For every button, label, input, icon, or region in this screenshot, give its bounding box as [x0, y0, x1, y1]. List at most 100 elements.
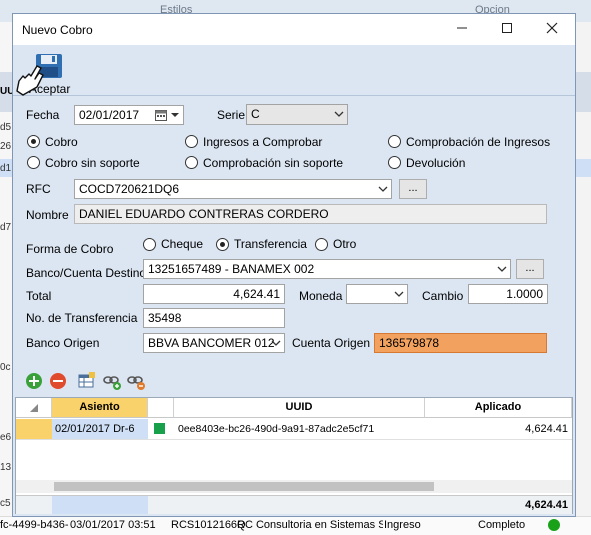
fecha-date-picker[interactable]: 02/01/2017 [74, 105, 184, 125]
banco-destino-browse-button[interactable]: ... [516, 259, 544, 279]
add-icon[interactable] [25, 372, 43, 390]
calendar-icon [155, 110, 167, 121]
chevron-down-icon [271, 340, 281, 346]
radio-cobro-sin-soporte[interactable] [27, 156, 40, 169]
total-field[interactable]: 4,624.41 [143, 284, 285, 304]
background-cell-date: 03/01/2017 03:51 [70, 519, 156, 531]
rfc-value: COCD720621DQ6 [79, 182, 180, 196]
rfc-label: RFC [26, 182, 51, 196]
status-square-icon [154, 423, 165, 434]
column-header-aplicado[interactable]: Aplicado [425, 398, 572, 418]
fecha-label: Fecha [26, 108, 60, 122]
close-button[interactable] [541, 19, 563, 41]
background-cell-rfc: RCS1012166Q [171, 519, 246, 531]
minimize-icon [457, 27, 467, 29]
grid-footer: 4,624.41 [16, 495, 572, 514]
radio-comprobacion-de-ingresos[interactable] [388, 135, 401, 148]
scrollbar-thumb[interactable] [54, 482, 434, 491]
moneda-label: Moneda [299, 289, 343, 303]
footer-asiento-cell [52, 496, 148, 514]
no-transferencia-label: No. de Transferencia [26, 311, 138, 325]
background-right-header [576, 72, 591, 112]
radio-transferencia[interactable] [216, 238, 229, 251]
radio-devolucion[interactable] [388, 156, 401, 169]
rfc-combobox[interactable]: COCD720621DQ6 [74, 179, 392, 199]
dialog-title: Nuevo Cobro [22, 23, 93, 37]
radio-cheque-label: Cheque [161, 237, 204, 251]
chevron-down-icon [497, 266, 507, 272]
maximize-button[interactable] [496, 19, 518, 41]
maximize-icon [502, 23, 512, 33]
cell-asiento: 02/01/2017 Dr-6 [52, 419, 148, 440]
radio-cobro[interactable] [27, 135, 40, 148]
rfc-browse-button[interactable]: ... [399, 179, 427, 199]
nuevo-cobro-dialog: Nuevo Cobro Aceptar Fecha 02/01/2017 Ser… [12, 13, 576, 517]
banco-origen-value: BBVA BANCOMER 012 [148, 336, 275, 350]
background-cell-type: Ingreso [384, 519, 421, 531]
radio-cheque[interactable] [143, 238, 156, 251]
radio-comprobacion-de-ingresos-label: Comprobación de Ingresos [406, 135, 551, 149]
radio-ingresos-a-comprobar-label: Ingresos a Comprobar [203, 135, 323, 149]
forma-cobro-label: Forma de Cobro [26, 242, 114, 256]
radio-ingresos-a-comprobar[interactable] [185, 135, 198, 148]
cuenta-origen-field[interactable]: 136579878 [374, 333, 547, 353]
column-header-status[interactable] [148, 398, 174, 418]
nombre-label: Nombre [26, 208, 69, 222]
row-indicator [16, 419, 52, 440]
no-transferencia-field[interactable]: 35498 [143, 308, 285, 328]
grid-total: 4,624.41 [525, 499, 568, 511]
background-cell-uuid: fc-4499-b436- [0, 519, 69, 531]
radio-comprobacion-sin-soporte[interactable] [185, 156, 198, 169]
grid-toolbar [13, 368, 575, 394]
serie-value: C [251, 107, 260, 121]
serie-label: Serie [217, 108, 246, 122]
grid-select-icon[interactable] [78, 372, 96, 390]
background-cell-status: Completo [478, 519, 526, 531]
radio-devolucion-label: Devolución [406, 156, 466, 170]
banco-destino-value: 13251657489 - BANAMEX 002 [148, 262, 315, 276]
nombre-field[interactable]: DANIEL EDUARDO CONTRERAS CORDERO [74, 204, 547, 224]
chevron-down-icon [378, 186, 388, 192]
background-right-selected-row [576, 159, 591, 177]
serie-select[interactable]: C [246, 104, 348, 125]
column-header-asiento[interactable]: Asiento [52, 398, 148, 418]
banco-destino-label: Banco/Cuenta Destino [26, 266, 147, 280]
link-remove-icon[interactable] [127, 372, 145, 390]
banco-destino-combobox[interactable]: 13251657489 - BANAMEX 002 [143, 259, 511, 279]
cambio-field[interactable]: 1.0000 [468, 284, 548, 304]
radio-otro-label: Otro [333, 237, 357, 251]
chevron-down-icon [171, 113, 179, 117]
radio-comprobacion-sin-soporte-label: Comprobación sin soporte [203, 156, 344, 170]
background-right-column [576, 22, 591, 522]
banco-origen-label: Banco Origen [26, 336, 100, 350]
sort-triangle-icon [29, 404, 38, 412]
dialog-toolbar: Aceptar [13, 45, 575, 96]
close-icon [546, 22, 558, 34]
link-add-icon[interactable] [103, 372, 121, 390]
cell-uuid: 0ee8403e-bc26-490d-9a91-87adc2e5cf71 [174, 419, 425, 440]
remove-icon[interactable] [49, 372, 67, 390]
total-label: Total [26, 289, 52, 303]
minimize-button[interactable] [451, 19, 473, 41]
column-header-uuid[interactable]: UUID [174, 398, 425, 418]
radio-cobro-label: Cobro [45, 135, 78, 149]
cambio-label: Cambio [422, 289, 464, 303]
radio-cobro-sin-soporte-label: Cobro sin soporte [45, 156, 140, 170]
background-cell-name: RC Consultoria en Sistemas SA [237, 519, 383, 531]
cell-aplicado: 4,624.41 [425, 419, 572, 440]
banco-origen-select[interactable]: BBVA BANCOMER 012 [143, 333, 285, 353]
moneda-select[interactable] [346, 284, 408, 304]
status-dot-icon [548, 519, 560, 531]
chevron-down-icon [394, 291, 404, 297]
radio-otro[interactable] [315, 238, 328, 251]
asientos-grid: Asiento UUID Aplicado 02/01/2017 Dr-6 0e… [15, 397, 573, 514]
fecha-value: 02/01/2017 [79, 108, 140, 122]
grid-corner [16, 398, 52, 418]
radio-transferencia-label: Transferencia [234, 237, 307, 251]
background-table-row[interactable]: fc-4499-b436- 03/01/2017 03:51 RCS101216… [0, 516, 591, 535]
cuenta-origen-label: Cuenta Origen [292, 336, 371, 350]
horizontal-scrollbar[interactable] [16, 480, 572, 493]
chevron-down-icon [334, 111, 344, 117]
dialog-titlebar[interactable]: Nuevo Cobro [13, 14, 575, 45]
cell-status [148, 419, 174, 440]
